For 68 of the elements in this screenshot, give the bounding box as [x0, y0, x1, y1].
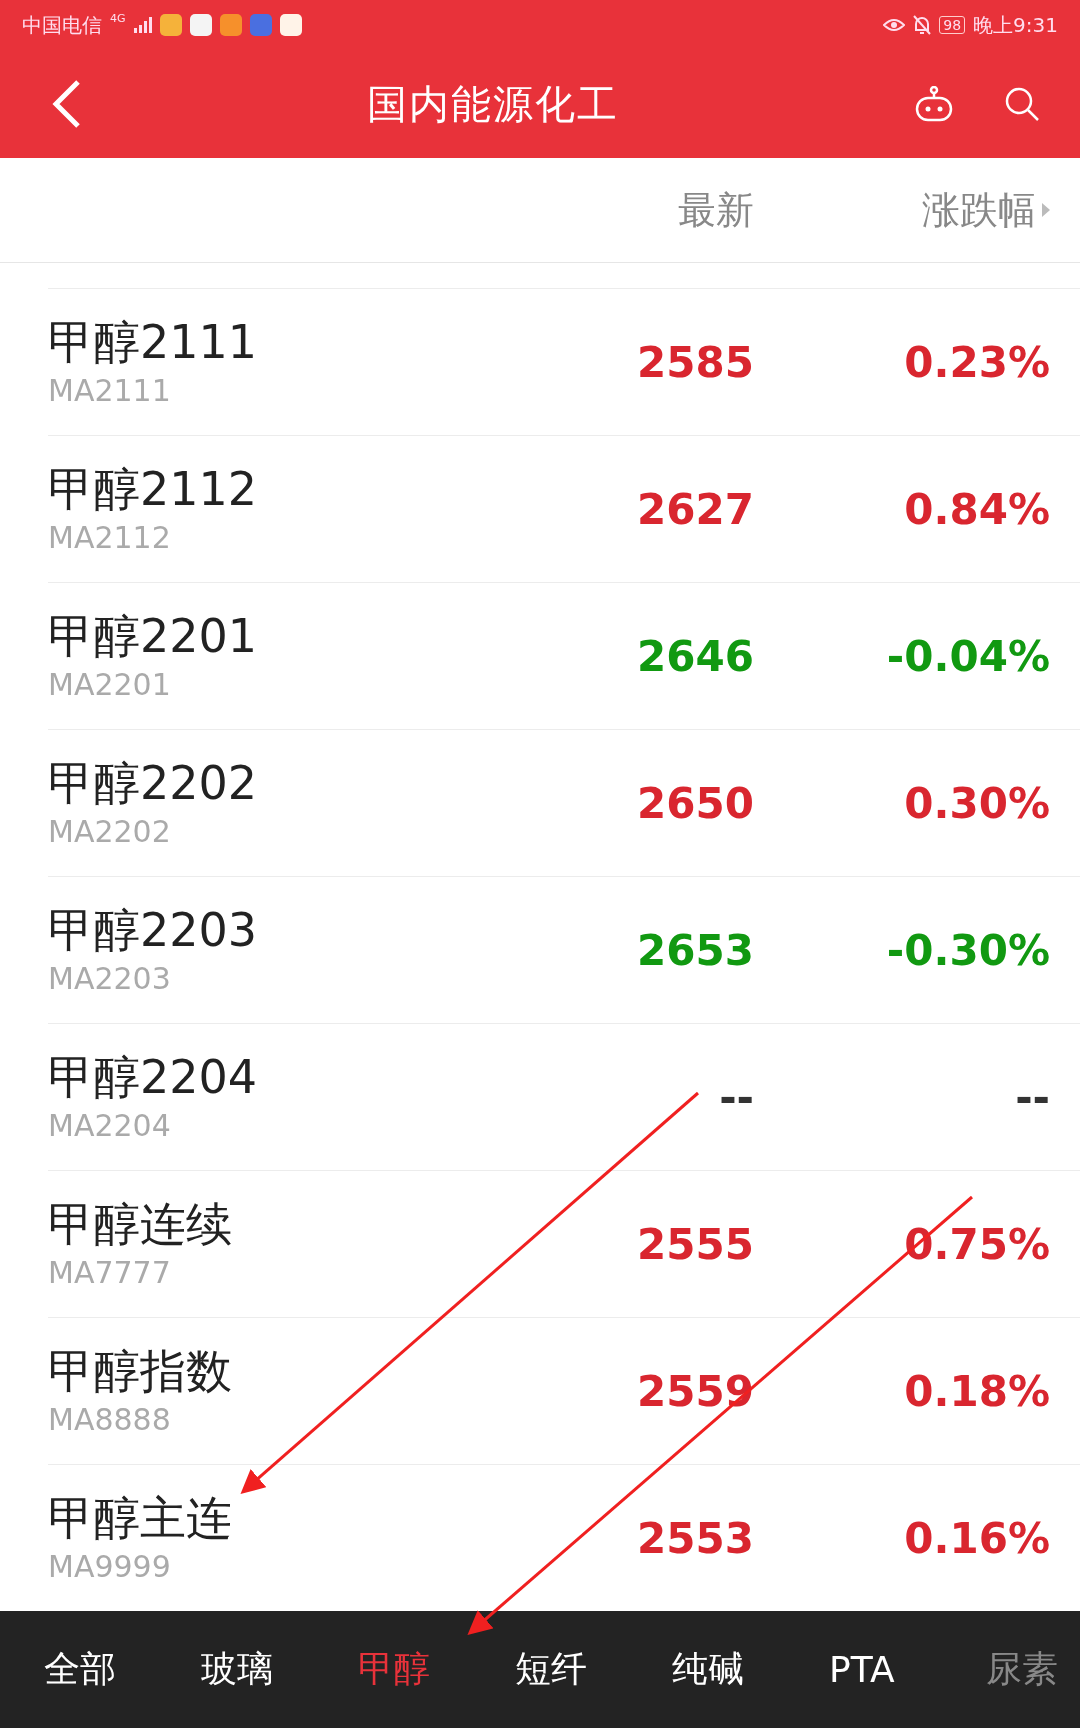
contract-code: MA9999: [48, 1548, 172, 1586]
latest-price: 2653: [636, 925, 754, 975]
contract-code: MA2201: [48, 666, 172, 704]
change-percent: -0.04%: [885, 631, 1050, 681]
clock-time: 晚上9:31: [973, 11, 1058, 39]
latest-price: 2553: [636, 1513, 754, 1563]
latest-price: --: [718, 1072, 754, 1122]
contract-name: 甲醇连续: [48, 1196, 233, 1253]
change-percent: 0.23%: [903, 337, 1050, 387]
page-title: 国内能源化工: [366, 79, 620, 129]
category-tab[interactable]: 玻璃: [201, 1645, 358, 1694]
eye-icon: [883, 18, 906, 32]
category-tab[interactable]: 甲醇: [358, 1645, 515, 1694]
latest-price: 2627: [636, 484, 754, 534]
contract-code: MA2112: [48, 519, 172, 557]
battery-level: 98: [939, 16, 966, 34]
contract-name: 甲醇主连: [48, 1490, 233, 1547]
change-percent: 0.30%: [903, 778, 1050, 828]
category-tab[interactable]: PTA: [829, 1649, 986, 1690]
app-icon: [189, 14, 212, 36]
quote-row[interactable]: 甲醇2112 MA2112 2627 0.84%: [48, 435, 1080, 582]
quote-row[interactable]: 甲醇2204 MA2204 -- --: [48, 1023, 1080, 1170]
back-button[interactable]: [52, 79, 82, 129]
app-icon: [159, 14, 182, 36]
caret-icon: [1042, 203, 1050, 217]
contract-name: 甲醇2202: [48, 755, 259, 812]
bell-muted-icon: [913, 15, 932, 35]
change-percent: -0.30%: [885, 925, 1050, 975]
robot-button[interactable]: [914, 86, 954, 122]
contract-code: MA2203: [48, 960, 172, 998]
contract-name: 甲醇2204: [48, 1049, 259, 1106]
contract-code: MA7777: [48, 1254, 172, 1292]
latest-price: 2646: [636, 631, 754, 681]
network-type: 4G: [110, 12, 126, 25]
latest-price: 2559: [636, 1366, 754, 1416]
signal-icon: [133, 17, 152, 33]
change-percent: 0.84%: [903, 484, 1050, 534]
search-button[interactable]: [1004, 86, 1040, 122]
category-tab[interactable]: 短纤: [515, 1645, 672, 1694]
carrier-name: 中国电信: [22, 11, 102, 39]
quote-row[interactable]: 甲醇2201 MA2201 2646 -0.04%: [48, 582, 1080, 729]
latest-price: 2585: [636, 337, 754, 387]
contract-name: 甲醇2112: [48, 461, 259, 518]
change-percent: 0.18%: [903, 1366, 1050, 1416]
column-header[interactable]: 最新: [454, 184, 754, 236]
contract-code: MA8888: [48, 1401, 172, 1439]
quote-row[interactable]: 甲醇2111 MA2111 2585 0.23%: [48, 288, 1080, 435]
category-tab[interactable]: 全部: [44, 1645, 201, 1694]
category-tab[interactable]: 纯碱: [672, 1645, 829, 1694]
category-tab[interactable]: 尿素: [986, 1645, 1058, 1694]
change-percent: --: [1014, 1072, 1050, 1122]
quote-row[interactable]: 甲醇指数 MA8888 2559 0.18%: [48, 1317, 1080, 1464]
app-icon: [279, 14, 302, 36]
change-percent: 0.16%: [903, 1513, 1050, 1563]
quote-row[interactable]: 甲醇2202 MA2202 2650 0.30%: [48, 729, 1080, 876]
latest-price: 2555: [636, 1219, 754, 1269]
app-icon: [249, 14, 272, 36]
contract-name: 甲醇2203: [48, 902, 259, 959]
contract-code: MA2204: [48, 1107, 172, 1145]
contract-name: 甲醇2201: [48, 608, 259, 665]
app-icon: [219, 14, 242, 36]
contract-name: 甲醇指数: [48, 1343, 233, 1400]
quote-row[interactable]: 甲醇2203 MA2203 2653 -0.30%: [48, 876, 1080, 1023]
contract-code: MA2202: [48, 813, 172, 851]
column-header[interactable]: 涨跌幅: [754, 184, 1050, 236]
contract-code: MA2111: [48, 372, 172, 410]
latest-price: 2650: [636, 778, 754, 828]
contract-name: 甲醇2111: [48, 314, 259, 371]
